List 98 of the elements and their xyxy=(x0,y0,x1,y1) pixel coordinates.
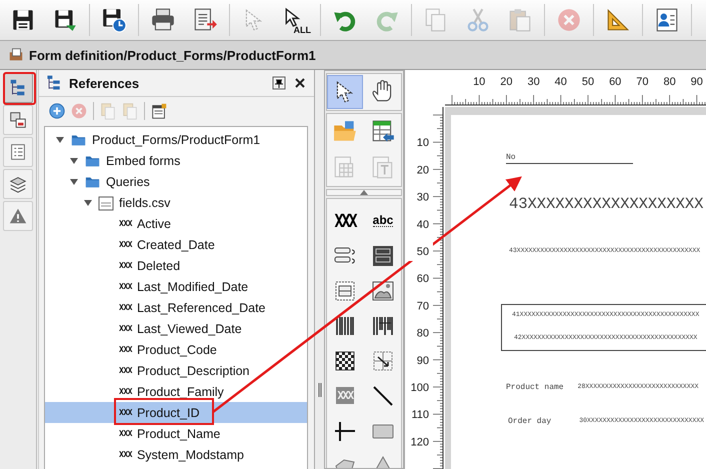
frame-icon xyxy=(371,244,395,268)
ruler-label: 20 xyxy=(416,164,429,176)
dashed-box-icon xyxy=(333,278,357,302)
grid-arrow-icon xyxy=(371,348,395,372)
tree-item[interactable]: XXX Last_Viewed_Date xyxy=(45,318,307,339)
ruler-label: 60 xyxy=(609,76,622,88)
tree-item[interactable]: XXX Last_Modified_Date xyxy=(45,276,307,297)
field-tool-button[interactable]: abc xyxy=(364,203,402,238)
caption-field[interactable]: No xyxy=(506,153,633,164)
list-arrow-icon xyxy=(192,7,218,33)
toolbar-button[interactable]: ALL xyxy=(277,2,315,38)
sidebar-tab[interactable] xyxy=(3,105,33,135)
pages-transfer-icon xyxy=(8,110,28,130)
field-tool-button[interactable]: XXX xyxy=(326,203,364,238)
scroll-up-icon[interactable] xyxy=(360,190,368,195)
ruler-label: 80 xyxy=(416,328,429,340)
add-circle-icon xyxy=(48,102,66,120)
ruler-label: 40 xyxy=(554,76,567,88)
image-icon xyxy=(371,278,395,302)
panel-title: References xyxy=(69,76,140,90)
close-icon xyxy=(294,77,306,89)
field-type-icon: XXX xyxy=(119,450,132,459)
expanded-arrow-icon[interactable] xyxy=(69,176,79,186)
list-icon xyxy=(8,142,28,162)
tree-item[interactable]: Product_Forms/ProductForm1 xyxy=(45,129,307,150)
expanded-arrow-icon[interactable] xyxy=(69,156,79,166)
tree-item[interactable]: Embed forms xyxy=(45,150,307,171)
field-label: Order day xyxy=(508,417,552,426)
layers-icon xyxy=(8,174,28,194)
id-card-icon xyxy=(654,7,680,33)
ruler-label: 40 xyxy=(416,218,429,231)
tree-item[interactable]: XXX Last_Referenced_Date xyxy=(45,297,307,318)
warning-icon xyxy=(8,206,28,226)
delete-circle-icon xyxy=(70,102,88,120)
ruler-label: 10 xyxy=(416,137,429,150)
field-type-icon: XXX xyxy=(119,429,132,438)
ruler-label: 10 xyxy=(473,76,486,88)
ruler-label: 90 xyxy=(690,76,703,88)
ruler-label: 90 xyxy=(416,354,429,367)
button-label: ALL xyxy=(294,25,311,35)
field-type-icon: XXX xyxy=(119,387,132,396)
tree-item[interactable]: XXX Product_Name xyxy=(45,423,307,444)
sidebar-tab[interactable] xyxy=(3,169,33,199)
tree-item[interactable]: XXX Product_Family xyxy=(45,381,307,402)
expanded-arrow-icon[interactable] xyxy=(83,198,93,208)
tree-item[interactable]: XXX Created_Date xyxy=(45,234,307,255)
printer-icon xyxy=(150,7,176,33)
floppy-disk-clock-icon xyxy=(101,7,127,33)
ruler-label: 30 xyxy=(416,192,429,204)
tree-item[interactable]: XXX Active xyxy=(45,213,307,234)
mode-button[interactable] xyxy=(327,75,363,109)
tree-item[interactable]: Queries xyxy=(45,171,307,192)
tree-item[interactable]: fields.csv xyxy=(45,192,307,213)
ruler-label: 60 xyxy=(416,273,429,286)
field-type-icon: XXX xyxy=(119,408,132,417)
ruler-label: 70 xyxy=(416,300,429,312)
field-type-icon: XXX xyxy=(119,261,132,270)
field-type-icon: XXX xyxy=(119,366,132,375)
tree-item[interactable]: XXX Product_Description xyxy=(45,360,307,381)
scissors-icon xyxy=(465,7,491,33)
form-tray-icon xyxy=(8,47,24,63)
ruler-label: 120 xyxy=(410,436,429,448)
tree-item[interactable]: XXX Product_ID xyxy=(45,402,307,423)
ruler-label: 50 xyxy=(582,76,594,88)
properties-icon xyxy=(150,102,168,120)
ruler-label: 110 xyxy=(411,409,429,422)
delete-circle-icon xyxy=(556,7,582,33)
ruler-label: 50 xyxy=(416,246,429,258)
clipboard-icon xyxy=(507,7,533,33)
ruler-label: 20 xyxy=(500,76,513,88)
expanded-arrow-icon[interactable] xyxy=(55,134,65,144)
field-type-icon: XXX xyxy=(119,240,132,249)
sql-file-icon xyxy=(98,194,114,210)
ruler-label: 70 xyxy=(636,76,649,88)
field-label: Product name xyxy=(506,383,564,392)
ruler-label: 100 xyxy=(410,382,429,394)
ruler-label: 30 xyxy=(527,76,540,88)
sidebar-tab[interactable] xyxy=(3,137,33,167)
field-type-icon: XXX xyxy=(119,345,132,354)
field-type-icon: XXX xyxy=(119,219,132,228)
splitter-grip-icon[interactable] xyxy=(318,382,322,396)
tree-item[interactable]: XXX System_Modstamp xyxy=(45,444,307,465)
panel-toolbar-button[interactable] xyxy=(47,101,67,121)
diagonal-line-icon xyxy=(371,384,395,408)
pin-icon xyxy=(272,76,286,90)
tree-item[interactable]: XXX Deleted xyxy=(45,255,307,276)
checkered-square-icon xyxy=(333,348,357,372)
ruler-label: 80 xyxy=(663,76,676,88)
tree-item[interactable]: XXX Product_Code xyxy=(45,339,307,360)
copy-pages-icon xyxy=(99,102,117,120)
sidebar-tab[interactable] xyxy=(3,73,33,103)
text-field[interactable]: 43XXXXXXXXXXXXXXXXXXX xyxy=(509,195,704,213)
window-title: Form definition/Product_Forms/ProductForm1 xyxy=(29,48,316,62)
field-type-icon: XXX xyxy=(119,303,132,312)
highlight-frame xyxy=(3,72,36,105)
copy-pages-icon xyxy=(121,102,139,120)
field-type-icon: XXX xyxy=(119,282,132,291)
field-type-icon: XXX xyxy=(119,324,132,333)
